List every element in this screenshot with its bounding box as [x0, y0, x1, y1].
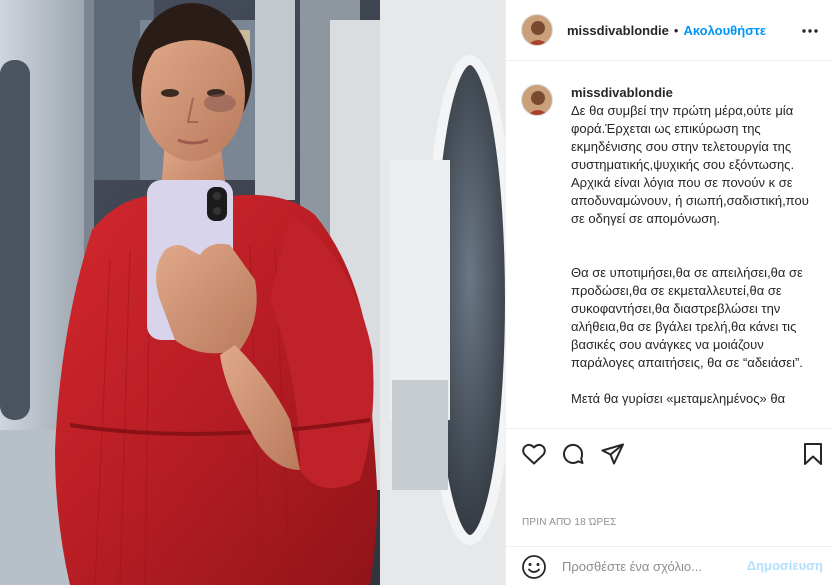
post-photo-image	[0, 0, 505, 585]
comments-section[interactable]: missdivablondie Δε θα συμβεί την πρώτη μέ…	[506, 62, 833, 428]
author-username[interactable]: missdivablondie	[567, 23, 669, 38]
comment-bubble-icon[interactable]	[560, 441, 586, 467]
follow-button[interactable]: Ακολουθήστε	[683, 23, 766, 38]
heart-icon[interactable]	[521, 441, 547, 467]
caption-paragraph: Θα σε υποτιμήσει,θα σε απειλήσει,θα σε π…	[571, 265, 803, 370]
post-comment-button[interactable]: Δημοσίευση	[747, 558, 823, 573]
emoji-smiley-icon[interactable]	[521, 554, 547, 580]
comment-input[interactable]	[562, 556, 740, 576]
add-comment-bar: Δημοσίευση	[506, 546, 833, 585]
bookmark-icon[interactable]	[800, 441, 826, 467]
caption-paragraph: Δε θα συμβεί την πρώτη μέρα,ούτε μία φορ…	[571, 103, 809, 226]
post-timestamp[interactable]: ΠΡΙΝ ΑΠΌ 18 ΏΡΕΣ	[522, 517, 617, 528]
paper-plane-icon[interactable]	[600, 441, 626, 467]
post-header: missdivablondie • Ακολουθήστε	[506, 0, 833, 61]
caption-paragraph: Μετά θα γυρίσει «μεταμελημένος» θα	[571, 391, 786, 406]
caption: missdivablondie Δε θα συμβεί την πρώτη μέ…	[521, 84, 818, 426]
caption-text: missdivablondie Δε θα συμβεί την πρώτη μέ…	[571, 84, 818, 426]
author-avatar[interactable]	[521, 14, 553, 46]
post-actions	[506, 428, 833, 478]
more-options-icon[interactable]	[798, 19, 822, 43]
post-side-panel: missdivablondie • Ακολουθήστε missdivabl…	[505, 0, 833, 585]
post-photo[interactable]	[0, 0, 505, 585]
caption-username[interactable]: missdivablondie	[571, 85, 673, 100]
caption-author-avatar[interactable]	[521, 84, 553, 116]
follow-separator: •	[673, 22, 679, 38]
